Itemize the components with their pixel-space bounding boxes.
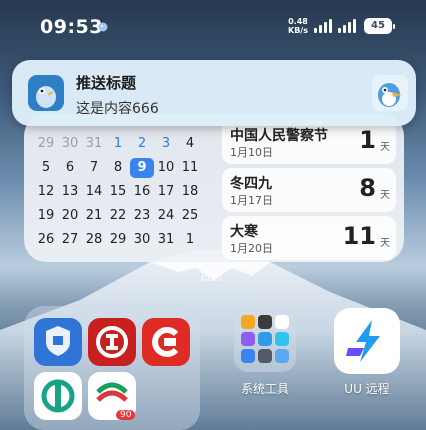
calendar-day[interactable]: 25	[178, 206, 202, 226]
icbc-icon[interactable]	[88, 318, 136, 366]
calendar-day[interactable]: 31	[154, 230, 178, 250]
app-mini-icon	[258, 332, 272, 346]
notification-body: 这是内容666	[76, 101, 159, 117]
calendar-day[interactable]: 4	[178, 134, 202, 154]
event-date: 1月10日	[230, 146, 273, 159]
app-mini-icon	[258, 349, 272, 363]
calendar-day[interactable]: 8	[106, 158, 130, 178]
signal-icon	[314, 19, 332, 33]
event-item[interactable]: 中国人民警察节 1月10日 1 天	[222, 120, 396, 164]
event-days: 11	[342, 222, 376, 250]
battery-icon: 45	[364, 18, 395, 34]
calendar-day[interactable]: 1	[178, 230, 202, 250]
app-mini-icon	[258, 315, 272, 329]
calendar-week: 12 13 14 15 16 17 18	[34, 180, 220, 204]
event-days: 8	[359, 174, 376, 202]
calendar-day[interactable]: 29	[106, 230, 130, 250]
calendar-week: 29 30 31 1 2 3 4	[34, 132, 220, 156]
calendar-day[interactable]: 29	[34, 134, 58, 154]
calendar-day[interactable]: 12	[34, 182, 58, 202]
system-tools-label: 系统工具	[240, 382, 289, 396]
event-title: 冬四九	[230, 176, 272, 192]
gov-app-icon[interactable]	[34, 318, 82, 366]
calendar-week: 26 27 28 29 30 31 1	[34, 228, 220, 252]
event-title: 大寒	[230, 224, 258, 240]
signal-icon-2	[338, 19, 356, 33]
calendar-day[interactable]: 10	[154, 158, 178, 178]
calendar-day[interactable]: 7	[82, 158, 106, 178]
calendar-week: 19 20 21 22 23 24 25	[34, 204, 220, 228]
app-icon	[28, 75, 64, 111]
events-list: 中国人民警察节 1月10日 1 天 冬四九 1月17日 8 天 大寒 1月20日…	[222, 120, 396, 262]
status-bar: 09:53 0.48 KB/s 45	[0, 0, 426, 52]
calendar-day[interactable]: 26	[34, 230, 58, 250]
notification-title: 推送标题	[76, 74, 137, 92]
bank-app-icon[interactable]	[142, 318, 190, 366]
widget-caption: 日历	[200, 270, 222, 283]
calendar-day[interactable]: 24	[154, 206, 178, 226]
event-days: 1	[359, 126, 376, 154]
event-item[interactable]: 冬四九 1月17日 8 天	[222, 168, 396, 212]
calendar-day[interactable]: 21	[82, 206, 106, 226]
calendar-day[interactable]: 27	[58, 230, 82, 250]
event-title: 中国人民警察节	[230, 128, 328, 144]
calendar-day[interactable]: 22	[106, 206, 130, 226]
notification-image	[372, 75, 408, 111]
app-mini-icon	[241, 315, 255, 329]
app-mini-icon	[241, 349, 255, 363]
uu-remote-label: UU 远程	[344, 382, 390, 396]
system-tools-folder[interactable]	[234, 308, 296, 372]
event-date: 1月20日	[230, 242, 273, 255]
app-mini-icon	[275, 349, 289, 363]
event-unit: 天	[380, 238, 390, 249]
month-grid[interactable]: 29 30 31 1 2 3 4 5 6 7 8 9 10 11 12 13 14 15 16 17 18 19 20 21 2…	[34, 132, 220, 252]
calendar-day[interactable]: 15	[106, 182, 130, 202]
calendar-day[interactable]: 16	[130, 182, 154, 202]
app-folder[interactable]: 90	[24, 306, 200, 430]
clock-mini-icon	[275, 315, 289, 329]
app-mini-icon	[241, 332, 255, 346]
event-item[interactable]: 大寒 1月20日 11 天	[222, 216, 396, 260]
abc-bank-icon[interactable]	[34, 372, 82, 420]
calendar-week: 5 6 7 8 9 10 11	[34, 156, 220, 180]
event-date: 1月17日	[230, 194, 273, 207]
calendar-day[interactable]: 2	[130, 134, 154, 154]
calendar-day[interactable]: 13	[58, 182, 82, 202]
calendar-day[interactable]: 23	[130, 206, 154, 226]
calendar-day[interactable]: 11	[178, 158, 202, 178]
event-unit: 天	[380, 190, 390, 201]
calendar-day[interactable]: 3	[154, 134, 178, 154]
app-mini-icon	[275, 332, 289, 346]
calendar-widget[interactable]: 29 30 31 1 2 3 4 5 6 7 8 9 10 11 12 13 14 15 16 17 18 19 20 21 2…	[24, 114, 404, 262]
app-notification-icon	[98, 22, 108, 32]
clock: 09:53	[40, 16, 103, 38]
network-speed: 0.48 KB/s	[288, 17, 308, 35]
calendar-day[interactable]: 18	[178, 182, 202, 202]
calendar-day[interactable]: 6	[58, 158, 82, 178]
calendar-day[interactable]: 28	[82, 230, 106, 250]
calendar-day[interactable]: 1	[106, 134, 130, 154]
calendar-day[interactable]: 20	[58, 206, 82, 226]
calendar-day[interactable]: 30	[58, 134, 82, 154]
calendar-day[interactable]: 19	[34, 206, 58, 226]
badge: 90	[116, 410, 136, 420]
event-unit: 天	[380, 142, 390, 153]
push-notification[interactable]: 推送标题 这是内容666	[12, 60, 416, 126]
uu-remote-icon[interactable]	[334, 308, 400, 374]
calendar-day[interactable]: 5	[34, 158, 58, 178]
calendar-day[interactable]: 9	[130, 158, 154, 178]
calendar-day[interactable]: 31	[82, 134, 106, 154]
calendar-day[interactable]: 17	[154, 182, 178, 202]
calendar-day[interactable]: 30	[130, 230, 154, 250]
calendar-day[interactable]: 14	[82, 182, 106, 202]
